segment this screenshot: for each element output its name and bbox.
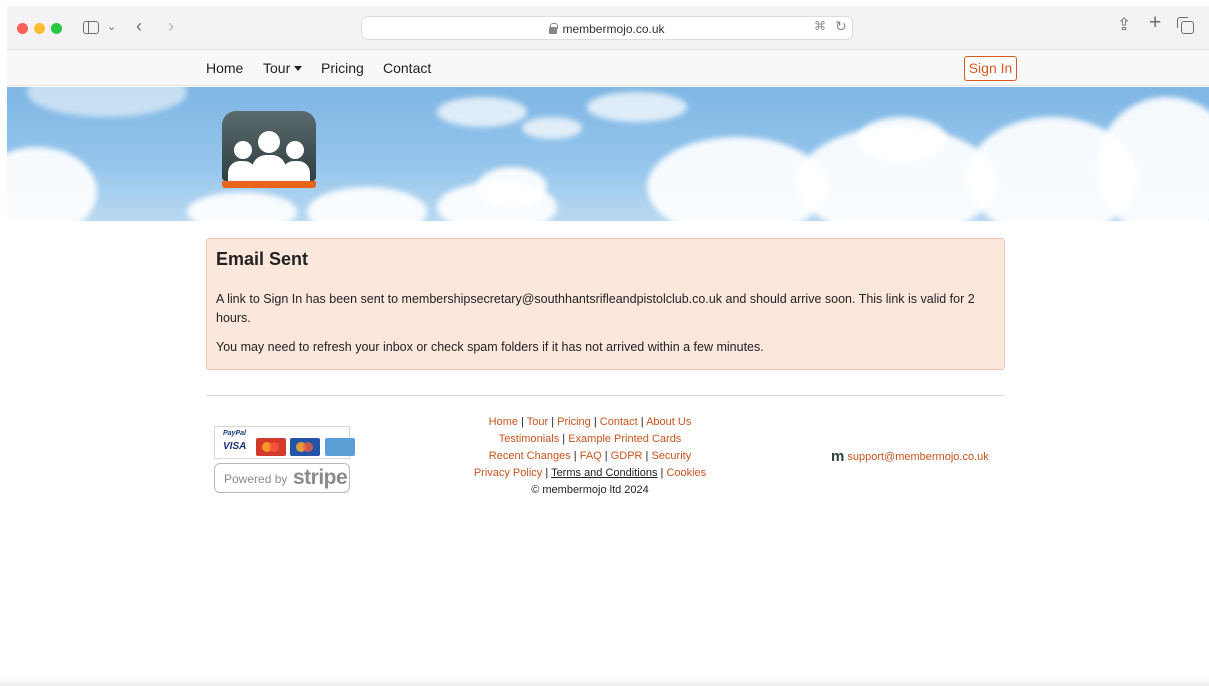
footer-link-security[interactable]: Security (651, 450, 691, 462)
powered-by-label: Powered by (224, 472, 288, 486)
address-bar[interactable]: membermojo.co.uk (361, 16, 853, 40)
forward-icon[interactable]: › (168, 17, 174, 35)
translate-icon[interactable]: ⌘ (814, 19, 826, 33)
sign-in-button[interactable]: Sign In (964, 56, 1017, 81)
nav-contact[interactable]: Contact (383, 60, 431, 76)
plus-icon[interactable]: + (1149, 12, 1161, 33)
person-body (282, 161, 310, 181)
person-icon (234, 141, 252, 159)
window-bottom-edge (0, 676, 1209, 686)
footer-link-terms[interactable]: Terms and Conditions (551, 467, 657, 479)
footer-links: Home | Tour | Pricing | Contact | About … (440, 414, 740, 499)
footer-row-2: Testimonials | Example Printed Cards (498, 433, 682, 445)
cloud (857, 117, 947, 162)
nav-home[interactable]: Home (206, 60, 243, 76)
footer-row-3: Recent Changes | FAQ | GDPR | Security (488, 450, 692, 462)
person-icon (258, 131, 280, 153)
footer-link-cookies[interactable]: Cookies (666, 467, 706, 479)
minimize-window-button[interactable] (34, 23, 45, 34)
footer-link-contact[interactable]: Contact (600, 416, 638, 428)
cloud (307, 187, 427, 221)
copyright: © membermojo ltd 2024 (531, 484, 649, 496)
zoom-window-button[interactable] (51, 23, 62, 34)
chevron-down-icon[interactable]: ⌄ (107, 19, 116, 35)
url-display: membermojo.co.uk (362, 22, 852, 36)
mastercard-icon (256, 438, 286, 456)
support-contact[interactable]: m support@membermojo.co.uk (831, 448, 989, 465)
tabs-icon[interactable] (1177, 17, 1194, 34)
email-sent-alert: Email Sent A link to Sign In has been se… (206, 238, 1005, 370)
payment-methods-logo: PayPal VISA (214, 426, 355, 459)
maestro-icon (290, 438, 320, 456)
membermojo-m-icon: m (831, 448, 845, 465)
share-icon[interactable]: ⇪ (1117, 16, 1131, 33)
powered-by-stripe-badge[interactable]: Powered by stripe (214, 463, 350, 493)
nav-tour[interactable]: Tour (263, 60, 303, 76)
close-window-button[interactable] (17, 23, 28, 34)
nav-pricing[interactable]: Pricing (321, 60, 364, 76)
lock-icon (549, 23, 559, 34)
footer-link-testimonials[interactable]: Testimonials (499, 433, 560, 445)
person-body (252, 155, 286, 181)
hero-banner (7, 87, 1209, 221)
footer-link-recent-changes[interactable]: Recent Changes (489, 450, 571, 462)
amex-icon (325, 438, 355, 456)
footer-link-pricing[interactable]: Pricing (557, 416, 591, 428)
nav-tour-label: Tour (263, 60, 291, 76)
browser-toolbar: ⌄ ‹ › membermojo.co.uk ⌘ ↻ ⇪ + (7, 6, 1209, 50)
site-navbar: Home Tour Pricing Contact Sign In (7, 50, 1209, 86)
footer-row-4: Privacy Policy | Terms and Conditions | … (473, 467, 707, 479)
reload-icon[interactable]: ↻ (835, 18, 847, 35)
cloud (587, 92, 687, 122)
footer-link-home[interactable]: Home (489, 416, 518, 428)
cloud (522, 117, 582, 139)
footer-link-faq[interactable]: FAQ (580, 450, 602, 462)
footer-divider (206, 395, 1005, 396)
cloud (7, 147, 97, 221)
footer-link-privacy[interactable]: Privacy Policy (474, 467, 542, 479)
footer-link-gdpr[interactable]: GDPR (611, 450, 643, 462)
logo-underline (222, 181, 316, 188)
alert-hint: You may need to refresh your inbox or ch… (216, 340, 764, 354)
stripe-logo: stripe (293, 466, 348, 489)
membermojo-logo[interactable] (222, 111, 316, 181)
footer-link-tour[interactable]: Tour (527, 416, 548, 428)
cloud (477, 167, 547, 207)
alert-message: A link to Sign In has been sent to membe… (216, 292, 975, 325)
paypal-logo: PayPal (223, 430, 246, 437)
sidebar-icon[interactable] (83, 21, 99, 34)
cloud (27, 87, 187, 117)
cloud (1097, 97, 1209, 221)
cloud (187, 192, 297, 221)
alert-title: Email Sent (216, 249, 309, 269)
person-icon (286, 141, 304, 159)
footer-row-1: Home | Tour | Pricing | Contact | About … (488, 416, 692, 428)
visa-logo: VISA (223, 441, 247, 452)
support-email-link[interactable]: support@membermojo.co.uk (847, 451, 988, 463)
cloud (437, 97, 527, 127)
footer-link-example-cards[interactable]: Example Printed Cards (568, 433, 681, 445)
caret-down-icon (294, 66, 303, 71)
url-text: membermojo.co.uk (562, 22, 665, 36)
back-icon[interactable]: ‹ (136, 17, 142, 35)
footer-link-about[interactable]: About Us (646, 416, 691, 428)
